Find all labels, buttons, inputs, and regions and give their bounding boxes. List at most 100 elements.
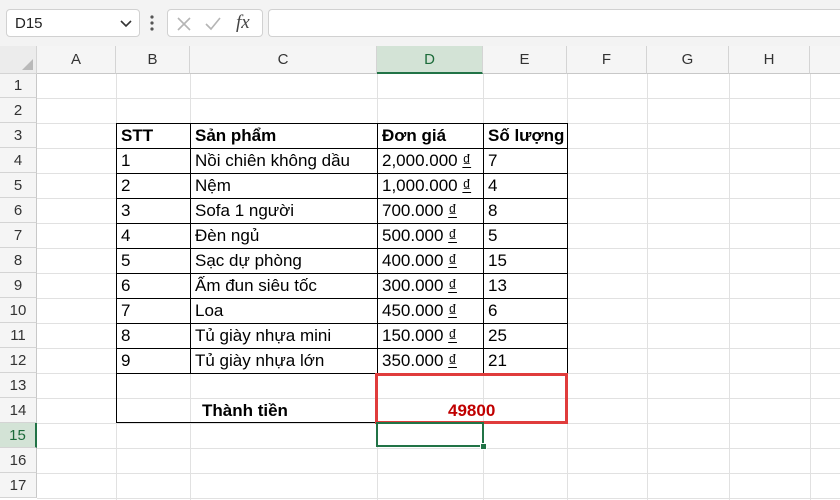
column-header-h[interactable]: H [729,46,810,74]
column-header-d[interactable]: D [377,46,483,74]
column-header-b[interactable]: B [116,46,190,74]
currency-symbol: ₫ [448,201,457,220]
cell-price[interactable]: 350.000 ₫ [378,351,457,371]
column-header-c[interactable]: C [190,46,377,74]
formula-input[interactable] [268,9,840,37]
row-header-13[interactable]: 13 [0,373,37,398]
cell-qty[interactable]: 5 [484,226,497,246]
row-header-10[interactable]: 10 [0,298,37,323]
total-label[interactable]: Thành tiền [202,401,288,421]
table-border [116,348,568,349]
cell-qty[interactable]: 4 [484,176,497,196]
fill-handle[interactable] [480,443,487,450]
chevron-down-icon[interactable] [119,16,133,30]
cell-qty[interactable]: 7 [484,151,497,171]
row-header-9[interactable]: 9 [0,273,37,298]
cell-stt[interactable]: 5 [117,251,130,271]
cell-stt[interactable]: 1 [117,151,130,171]
header-cell-qty[interactable]: Số lượng [484,126,564,146]
price-value: 1,000.000 [382,176,458,195]
header-cell-product[interactable]: Sản phẩm [191,126,276,146]
highlight-box [375,373,568,424]
price-value: 500.000 [382,226,444,245]
cell-product[interactable]: Tủ giày nhựa mini [191,326,331,346]
cell-qty[interactable]: 6 [484,301,497,321]
row-header-2[interactable]: 2 [0,98,37,123]
column-header-next[interactable] [810,46,840,74]
row-header-15[interactable]: 15 [0,423,37,448]
row-header-3[interactable]: 3 [0,123,37,148]
cell-stt[interactable]: 6 [117,276,130,296]
column-header-f[interactable]: F [567,46,647,74]
cell-price[interactable]: 2,000.000 ₫ [378,151,471,171]
cell-qty[interactable]: 13 [484,276,507,296]
more-options-icon[interactable] [148,13,156,33]
price-value: 2,000.000 [382,151,458,170]
cell-stt[interactable]: 8 [117,326,130,346]
table-border [116,298,568,299]
row-header-8[interactable]: 8 [0,248,37,273]
cell-stt[interactable]: 7 [117,301,130,321]
cell-price[interactable]: 150.000 ₫ [378,326,457,346]
row-header-1[interactable]: 1 [0,74,37,98]
name-box[interactable]: D15 [6,9,140,37]
cell-price[interactable]: 300.000 ₫ [378,276,457,296]
cell-qty[interactable]: 15 [484,251,507,271]
cell-stt[interactable]: 2 [117,176,130,196]
currency-symbol: ₫ [448,251,457,270]
cell-stt[interactable]: 4 [117,226,130,246]
cell-product[interactable]: Đèn ngủ [191,226,259,246]
header-cell-stt[interactable]: STT [117,126,153,146]
cell-price[interactable]: 400.000 ₫ [378,251,457,271]
cancel-icon[interactable] [176,16,192,32]
row-header-17[interactable]: 17 [0,473,37,498]
cell-qty[interactable]: 25 [484,326,507,346]
row-header-14[interactable]: 14 [0,398,37,423]
table-border [116,422,378,423]
header-cell-price[interactable]: Đơn giá [378,126,446,146]
insert-function-button[interactable]: fx [236,12,250,34]
row-header-6[interactable]: 6 [0,198,37,223]
enter-checkmark-icon[interactable] [204,16,222,32]
active-cell-selection[interactable] [376,422,484,447]
spreadsheet-grid: A B C D E F G H 1 2 3 4 5 6 7 8 9 10 11 … [0,46,840,500]
formula-bar: D15 fx [0,0,840,46]
row-header-16[interactable]: 16 [0,448,37,473]
cell-product[interactable]: Nồi chiên không dầu [191,151,350,171]
gridline [37,448,840,449]
price-value: 450.000 [382,301,444,320]
cell-price[interactable]: 1,000.000 ₫ [378,176,471,196]
cell-product[interactable]: Ấm đun siêu tốc [191,276,317,296]
column-header-e[interactable]: E [483,46,567,74]
cell-product[interactable]: Sạc dự phòng [191,251,302,271]
cell-qty[interactable]: 21 [484,351,507,371]
formula-controls: fx [167,9,263,37]
cell-product[interactable]: Loa [191,301,223,321]
row-header-4[interactable]: 4 [0,148,37,173]
gridline [810,74,811,500]
row-header-5[interactable]: 5 [0,173,37,198]
currency-symbol: ₫ [462,176,472,195]
row-header-12[interactable]: 12 [0,348,37,373]
select-all-button[interactable] [0,46,37,74]
cell-stt[interactable]: 3 [117,201,130,221]
price-value: 350.000 [382,351,444,370]
table-border [116,323,568,324]
row-header-7[interactable]: 7 [0,223,37,248]
cell-product[interactable]: Sofa 1 người [191,201,294,221]
table-border [567,123,568,373]
cell-price[interactable]: 500.000 ₫ [378,226,457,246]
cell-price[interactable]: 700.000 ₫ [378,201,457,221]
gridline [729,74,730,500]
cell-price[interactable]: 450.000 ₫ [378,301,457,321]
column-header-g[interactable]: G [647,46,729,74]
gridline [647,74,648,500]
cell-stt[interactable]: 9 [117,351,130,371]
cell-product[interactable]: Tủ giày nhựa lớn [191,351,324,371]
cell-product[interactable]: Nệm [191,176,231,196]
row-header-11[interactable]: 11 [0,323,37,348]
column-header-a[interactable]: A [37,46,116,74]
currency-symbol: ₫ [448,226,457,245]
price-value: 300.000 [382,276,444,295]
cell-qty[interactable]: 8 [484,201,497,221]
